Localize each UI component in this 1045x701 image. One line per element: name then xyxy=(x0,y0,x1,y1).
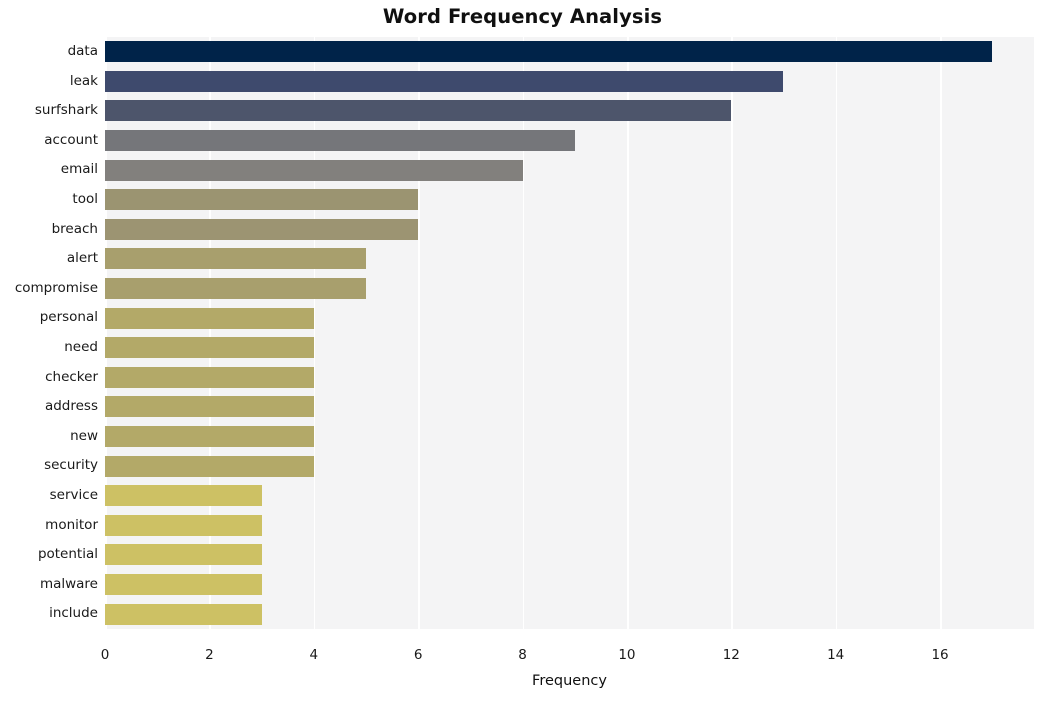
bar xyxy=(105,514,262,536)
bar xyxy=(105,130,575,152)
y-axis-tick-label: personal xyxy=(39,309,98,326)
bar-row xyxy=(105,126,1034,156)
y-axis-tick-label: compromise xyxy=(14,279,98,296)
x-axis-tick-label: 12 xyxy=(722,647,740,663)
bar xyxy=(105,396,314,418)
y-axis-tick-label: email xyxy=(60,161,98,178)
bar xyxy=(105,278,366,300)
bar-row xyxy=(105,274,1034,304)
bar xyxy=(105,307,314,329)
bar xyxy=(105,189,419,211)
bar xyxy=(105,100,732,122)
bar-row xyxy=(105,363,1034,393)
y-axis-tick-label: potential xyxy=(37,546,98,563)
bar xyxy=(105,70,784,92)
bar xyxy=(105,248,366,270)
chart-figure: Word Frequency Analysis data leak surfshar… xyxy=(0,0,1045,701)
bar-row xyxy=(105,570,1034,600)
bar xyxy=(105,574,262,596)
bar-row xyxy=(105,185,1034,215)
x-axis-tick-label: 14 xyxy=(827,647,845,663)
bar-row xyxy=(105,422,1034,452)
bar-row xyxy=(105,511,1034,541)
y-axis-tick-label: data xyxy=(67,43,98,59)
x-axis-tick-label: 6 xyxy=(413,647,423,663)
bar-row xyxy=(105,155,1034,185)
bar-row xyxy=(105,599,1034,629)
x-axis-tick-label: 4 xyxy=(309,647,319,663)
bar xyxy=(105,426,314,448)
bar xyxy=(105,455,314,477)
bar-row xyxy=(105,481,1034,511)
bar xyxy=(105,41,993,63)
bar xyxy=(105,337,314,359)
bar-row xyxy=(105,303,1034,333)
bar-row xyxy=(105,244,1034,274)
x-axis-tick-label: 0 xyxy=(100,647,110,663)
x-axis-tick-label: 2 xyxy=(205,647,214,663)
plot-area xyxy=(105,37,1034,629)
y-axis-tick-label: new xyxy=(70,427,98,444)
x-axis-label: Frequency xyxy=(532,673,607,689)
x-axis-tick-labels: 0 2 4 6 8 10 12 14 16 xyxy=(101,631,1034,663)
x-axis-tick-label: 10 xyxy=(618,647,636,663)
y-axis-tick-label: breach xyxy=(51,220,98,237)
chart-title: Word Frequency Analysis xyxy=(382,5,663,28)
y-axis-tick-label: include xyxy=(49,605,98,622)
x-axis-tick-label: 8 xyxy=(518,647,527,663)
y-axis-tick-label: alert xyxy=(66,250,98,267)
y-axis-tick-label: surfshark xyxy=(34,102,98,119)
bar-row xyxy=(105,392,1034,422)
bar-row xyxy=(105,451,1034,481)
y-axis-tick-label: checker xyxy=(45,368,98,385)
x-axis-tick-label: 16 xyxy=(931,647,949,663)
bar xyxy=(105,218,419,240)
y-axis-tick-labels: data leak surfshark account email tool breach a… xyxy=(0,37,98,629)
bar xyxy=(105,366,314,388)
bars-layer xyxy=(105,37,1034,629)
y-axis-tick-label: tool xyxy=(72,191,98,207)
bar-row xyxy=(105,96,1034,126)
bar xyxy=(105,544,262,566)
bar-row xyxy=(105,67,1034,97)
bar-row xyxy=(105,540,1034,570)
bar-row xyxy=(105,37,1034,67)
y-axis-tick-label: account xyxy=(44,131,98,148)
y-axis-tick-label: security xyxy=(44,457,98,474)
y-axis-tick-label: service xyxy=(49,487,98,503)
bar xyxy=(105,603,262,625)
bar xyxy=(105,159,523,181)
y-axis-tick-label: need xyxy=(64,339,98,355)
bar-row xyxy=(105,215,1034,245)
y-axis-tick-label: leak xyxy=(69,72,98,89)
y-axis-tick-label: monitor xyxy=(45,516,98,533)
y-axis-tick-label: malware xyxy=(39,575,98,592)
y-axis-tick-label: address xyxy=(44,398,98,415)
bar xyxy=(105,485,262,507)
bar-row xyxy=(105,333,1034,363)
